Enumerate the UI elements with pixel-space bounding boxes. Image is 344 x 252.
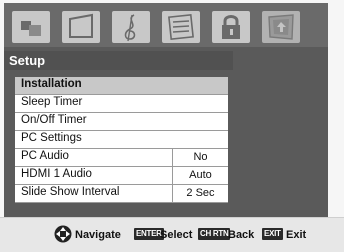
menu-item-label: Slide Show Interval — [21, 186, 120, 198]
menu-item-pc-settings[interactable]: PC Settings — [15, 131, 228, 149]
audio-icon — [124, 14, 136, 42]
menu-tab-bar — [4, 3, 328, 47]
menu-item-value[interactable]: No — [172, 149, 228, 166]
menu-item-label: On/Off Timer — [21, 114, 87, 126]
menu-item-label: PC Audio — [21, 150, 69, 162]
exit-label: Exit — [286, 229, 307, 241]
ch-rtn-key: CH RTN — [198, 228, 231, 240]
menu-item-hdmi-1-audio[interactable]: HDMI 1 Audio Auto — [15, 167, 228, 185]
menu-item-label: Installation — [21, 78, 82, 90]
menu-panel: Setup Installation Sleep Timer On/Off Time… — [4, 3, 328, 218]
menu-item-label: PC Settings — [21, 132, 82, 144]
picture-icon — [21, 21, 41, 36]
footer-help-bar: Navigate ENTER Select CH RTN Back EXIT E… — [0, 217, 344, 252]
menu-item-label: HDMI 1 Audio — [21, 168, 92, 180]
exit-key: EXIT — [262, 228, 283, 240]
tab-preferences[interactable] — [162, 11, 200, 43]
menu-item-value[interactable]: Auto — [172, 167, 228, 184]
tab-lock[interactable] — [212, 11, 250, 43]
navigate-dpad-icon — [54, 225, 72, 243]
menu-item-on-off-timer[interactable]: On/Off Timer — [15, 113, 228, 131]
tab-picture[interactable] — [12, 11, 50, 43]
select-label: Select — [160, 229, 193, 241]
tv-menu-screen: Setup Installation Sleep Timer On/Off Time… — [0, 0, 344, 252]
menu-item-pc-audio[interactable]: PC Audio No — [15, 149, 228, 167]
page-title: Setup — [9, 53, 46, 68]
menu-item-value[interactable]: 2 Sec — [172, 185, 228, 202]
navigate-label: Navigate — [75, 229, 121, 241]
menu-item-sleep-timer[interactable]: Sleep Timer — [15, 95, 228, 113]
tab-audio[interactable] — [112, 11, 150, 43]
back-label: Back — [228, 229, 255, 241]
screen-icon — [69, 13, 93, 38]
menu-item-installation[interactable]: Installation — [15, 77, 228, 95]
preferences-icon — [168, 14, 194, 40]
menu-item-label: Sleep Timer — [21, 96, 83, 108]
panel-title-bar: Setup — [4, 51, 233, 70]
setup-icon — [268, 14, 294, 40]
lock-icon — [222, 15, 240, 39]
menu-item-slide-show-interval[interactable]: Slide Show Interval 2 Sec — [15, 185, 228, 203]
tab-setup[interactable] — [262, 11, 300, 43]
tab-screen[interactable] — [62, 11, 100, 43]
